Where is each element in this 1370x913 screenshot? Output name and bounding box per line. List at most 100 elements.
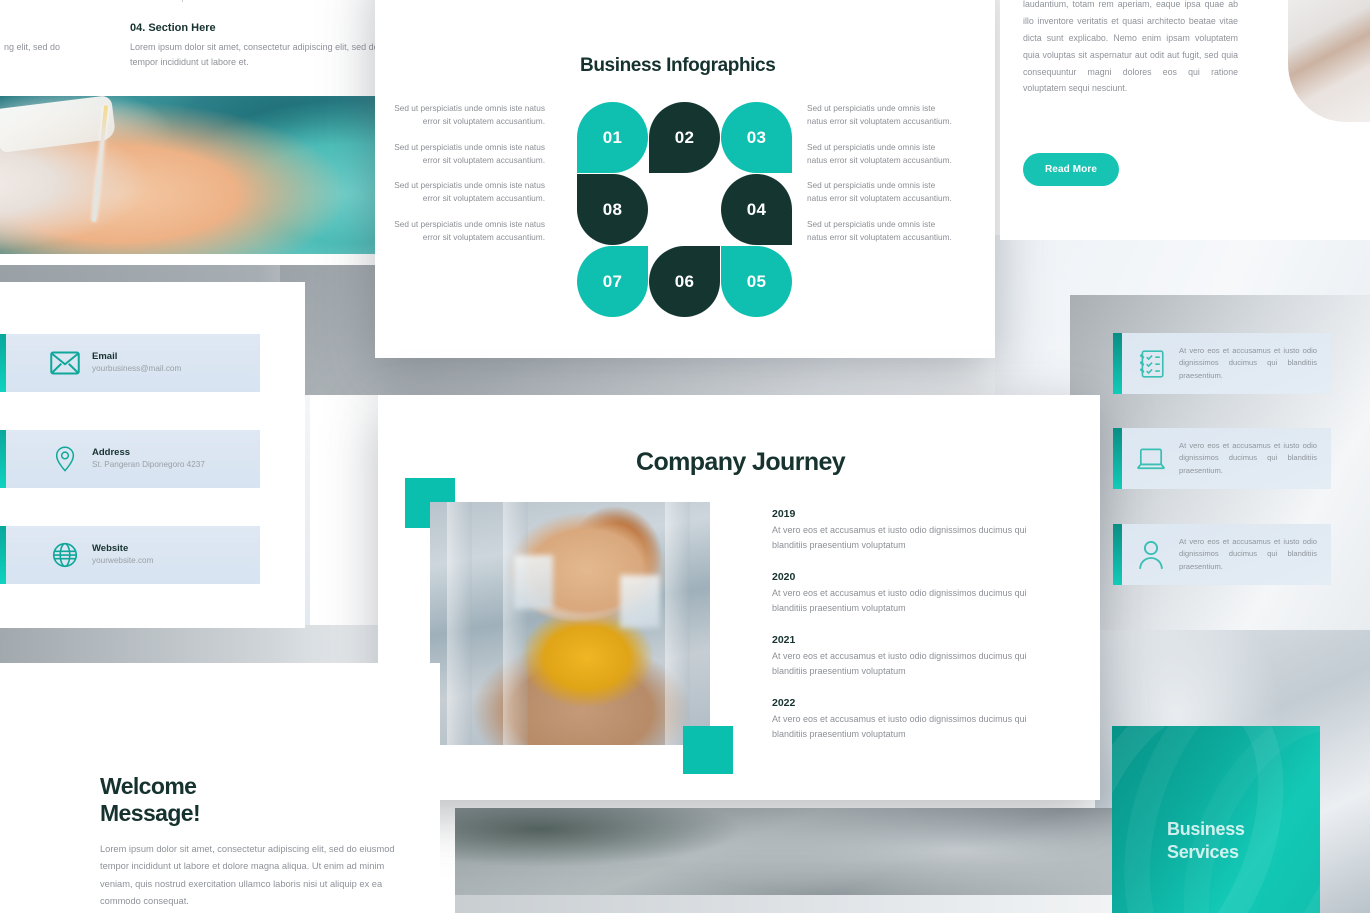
envelope-icon xyxy=(50,350,80,376)
journey-year: 2020 xyxy=(772,571,796,584)
user-icon xyxy=(1136,540,1166,570)
laptop-icon xyxy=(1136,444,1166,474)
infographics-left-text: Sed ut perspiciatis unde omnis iste natu… xyxy=(394,180,545,204)
feature-card-3[interactable]: At vero eos et accusamus et iusto odio d… xyxy=(1113,524,1331,585)
user-icon xyxy=(1136,540,1166,570)
contact-card-email[interactable]: Email yourbusiness@mail.com xyxy=(0,334,260,392)
petal-label: 04 xyxy=(746,199,767,219)
petal-01[interactable]: 01 xyxy=(577,102,648,173)
journey-description: At vero eos et accusamus et iusto odio d… xyxy=(772,651,1027,676)
contact-card-body: Website yourwebsite.com xyxy=(6,526,260,584)
checklist-icon xyxy=(1136,349,1166,379)
infographics-petal-cluster: 01 02 03 08 04 07 06 05 xyxy=(577,102,792,317)
photo-pillar-right xyxy=(665,502,691,745)
checklist-icon xyxy=(1136,349,1166,379)
contact-card-website[interactable]: Website yourwebsite.com xyxy=(0,526,260,584)
section-clipped-left-text: ng elit, sed do xyxy=(3,42,60,52)
services-title: Business Services xyxy=(1167,818,1245,864)
journey-year: 2021 xyxy=(772,634,796,647)
feature-card-accent-bar xyxy=(1113,524,1122,585)
feature-card-accent-bar xyxy=(1113,333,1122,394)
welcome-body: Lorem ipsum dolor sit amet, consectetur … xyxy=(100,844,395,907)
infographics-right-text: Sed ut perspiciatis unde omnis iste natu… xyxy=(807,141,952,165)
map-pin-icon xyxy=(50,446,80,472)
photo-pillar-left xyxy=(446,502,472,745)
petal-02[interactable]: 02 xyxy=(649,102,720,173)
contact-card-body: Address St. Pangeran Diponegoro 4237 xyxy=(6,430,260,488)
infographics-left-text: Sed ut perspiciatis unde omnis iste natu… xyxy=(394,219,545,243)
journey-title: Company Journey xyxy=(636,448,846,476)
infographics-right-text: Sed ut perspiciatis unde omnis iste natu… xyxy=(807,219,952,243)
petal-label: 05 xyxy=(746,271,767,291)
journey-item: 2022 At vero eos et accusamus et iusto od… xyxy=(772,697,1062,741)
petal-label: 08 xyxy=(602,199,623,219)
read-more-button[interactable]: Read More xyxy=(1023,153,1119,186)
journey-description: At vero eos et accusamus et iusto odio d… xyxy=(772,588,1027,613)
feature-card-body: At vero eos et accusamus et iusto odio d… xyxy=(1122,524,1331,585)
feature-card-2[interactable]: At vero eos et accusamus et iusto odio d… xyxy=(1113,428,1331,489)
map-pin-icon xyxy=(50,446,80,472)
journey-item: 2020 At vero eos et accusamus et iusto od… xyxy=(772,571,1062,615)
feature-card-body: At vero eos et accusamus et iusto odio d… xyxy=(1122,333,1331,394)
petal-03[interactable]: 03 xyxy=(721,102,792,173)
services-title-line1: Business xyxy=(1167,819,1245,839)
contact-card-value: St. Pangeran Diponegoro 4237 xyxy=(92,460,205,470)
welcome-title-line2: Message! xyxy=(100,800,201,827)
photo-surgery-hand xyxy=(0,96,412,254)
petal-08[interactable]: 08 xyxy=(577,174,648,245)
backdrop-sheet-bottom-fade xyxy=(455,895,1155,913)
read-more-label: Read More xyxy=(1044,164,1098,175)
photo-woman-mask xyxy=(430,502,710,745)
contact-card-title: Email xyxy=(92,350,118,362)
envelope-icon xyxy=(50,350,80,376)
readmore-body: laudantium, totam rem aperiam, eaque ips… xyxy=(1023,0,1238,94)
contact-card-body: Email yourbusiness@mail.com xyxy=(6,334,260,392)
infographics-left-text-column: Sed ut perspiciatis unde omnis iste natu… xyxy=(390,102,545,257)
photo-window-a xyxy=(514,555,554,609)
petal-06[interactable]: 06 xyxy=(649,246,720,317)
contact-card-address[interactable]: Address St. Pangeran Diponegoro 4237 xyxy=(0,430,260,488)
petal-label: 07 xyxy=(602,271,623,291)
petal-04[interactable]: 04 xyxy=(721,174,792,245)
feature-card-text: At vero eos et accusamus et iusto odio d… xyxy=(1179,345,1317,380)
petal-label: 03 xyxy=(746,127,767,147)
petal-label: 02 xyxy=(674,127,695,147)
infographics-right-text-column: Sed ut perspiciatis unde omnis iste natu… xyxy=(807,102,955,257)
welcome-title-line1: Welcome xyxy=(100,773,197,799)
journey-description: At vero eos et accusamus et iusto odio d… xyxy=(772,525,1027,550)
journey-item: 2021 At vero eos et accusamus et iusto od… xyxy=(772,634,1062,678)
feature-card-text: At vero eos et accusamus et iusto odio d… xyxy=(1179,536,1317,571)
contact-card-value: yourbusiness@mail.com xyxy=(92,364,182,374)
photo-pillar-mid xyxy=(502,502,528,745)
slide-business-infographics: Business Infographics Sed ut perspiciati… xyxy=(375,0,995,358)
globe-icon xyxy=(50,542,80,568)
photo-window-b xyxy=(620,574,660,629)
feature-card-body: At vero eos et accusamus et iusto odio d… xyxy=(1122,428,1331,489)
contact-card-title: Website xyxy=(92,542,129,554)
contact-card-value: yourwebsite.com xyxy=(92,556,154,566)
journey-year: 2022 xyxy=(772,697,796,710)
slide-welcome-message: Welcome Message! Lorem ipsum dolor sit a… xyxy=(0,663,440,913)
feature-card-1[interactable]: At vero eos et accusamus et iusto odio d… xyxy=(1113,333,1331,394)
petal-05[interactable]: 05 xyxy=(721,246,792,317)
presentation-mockup-canvas: eiusmod tempor incididunt ut labore et. … xyxy=(0,0,1370,913)
globe-icon xyxy=(50,542,80,568)
petal-label: 06 xyxy=(674,271,695,291)
infographics-right-text: Sed ut perspiciatis unde omnis iste natu… xyxy=(807,180,952,204)
journey-year: 2019 xyxy=(772,508,796,520)
section-heading: 04. Section Here xyxy=(130,22,216,34)
infographics-right-text: Sed ut perspiciatis unde omnis iste natu… xyxy=(807,103,952,126)
infographics-left-text: Sed ut perspiciatis unde omnis iste natu… xyxy=(394,103,545,126)
slide-company-journey: Company Journey 2019 At vero eos et accus… xyxy=(378,395,1100,800)
feature-card-accent-bar xyxy=(1113,428,1122,489)
section-clipped-top-text: eiusmod tempor incididunt ut labore et. xyxy=(130,0,415,5)
infographics-title: Business Infographics xyxy=(580,55,776,76)
services-title-line2: Services xyxy=(1167,842,1239,863)
backdrop-sheet-left-band xyxy=(0,625,385,663)
journey-accent-square-bottom xyxy=(683,726,733,774)
petal-07[interactable]: 07 xyxy=(577,246,648,317)
feature-card-text: At vero eos et accusamus et iusto odio d… xyxy=(1179,440,1317,475)
laptop-icon xyxy=(1136,444,1166,474)
petal-center-hole xyxy=(650,175,719,244)
journey-description: At vero eos et accusamus et iusto odio d… xyxy=(772,714,1027,740)
